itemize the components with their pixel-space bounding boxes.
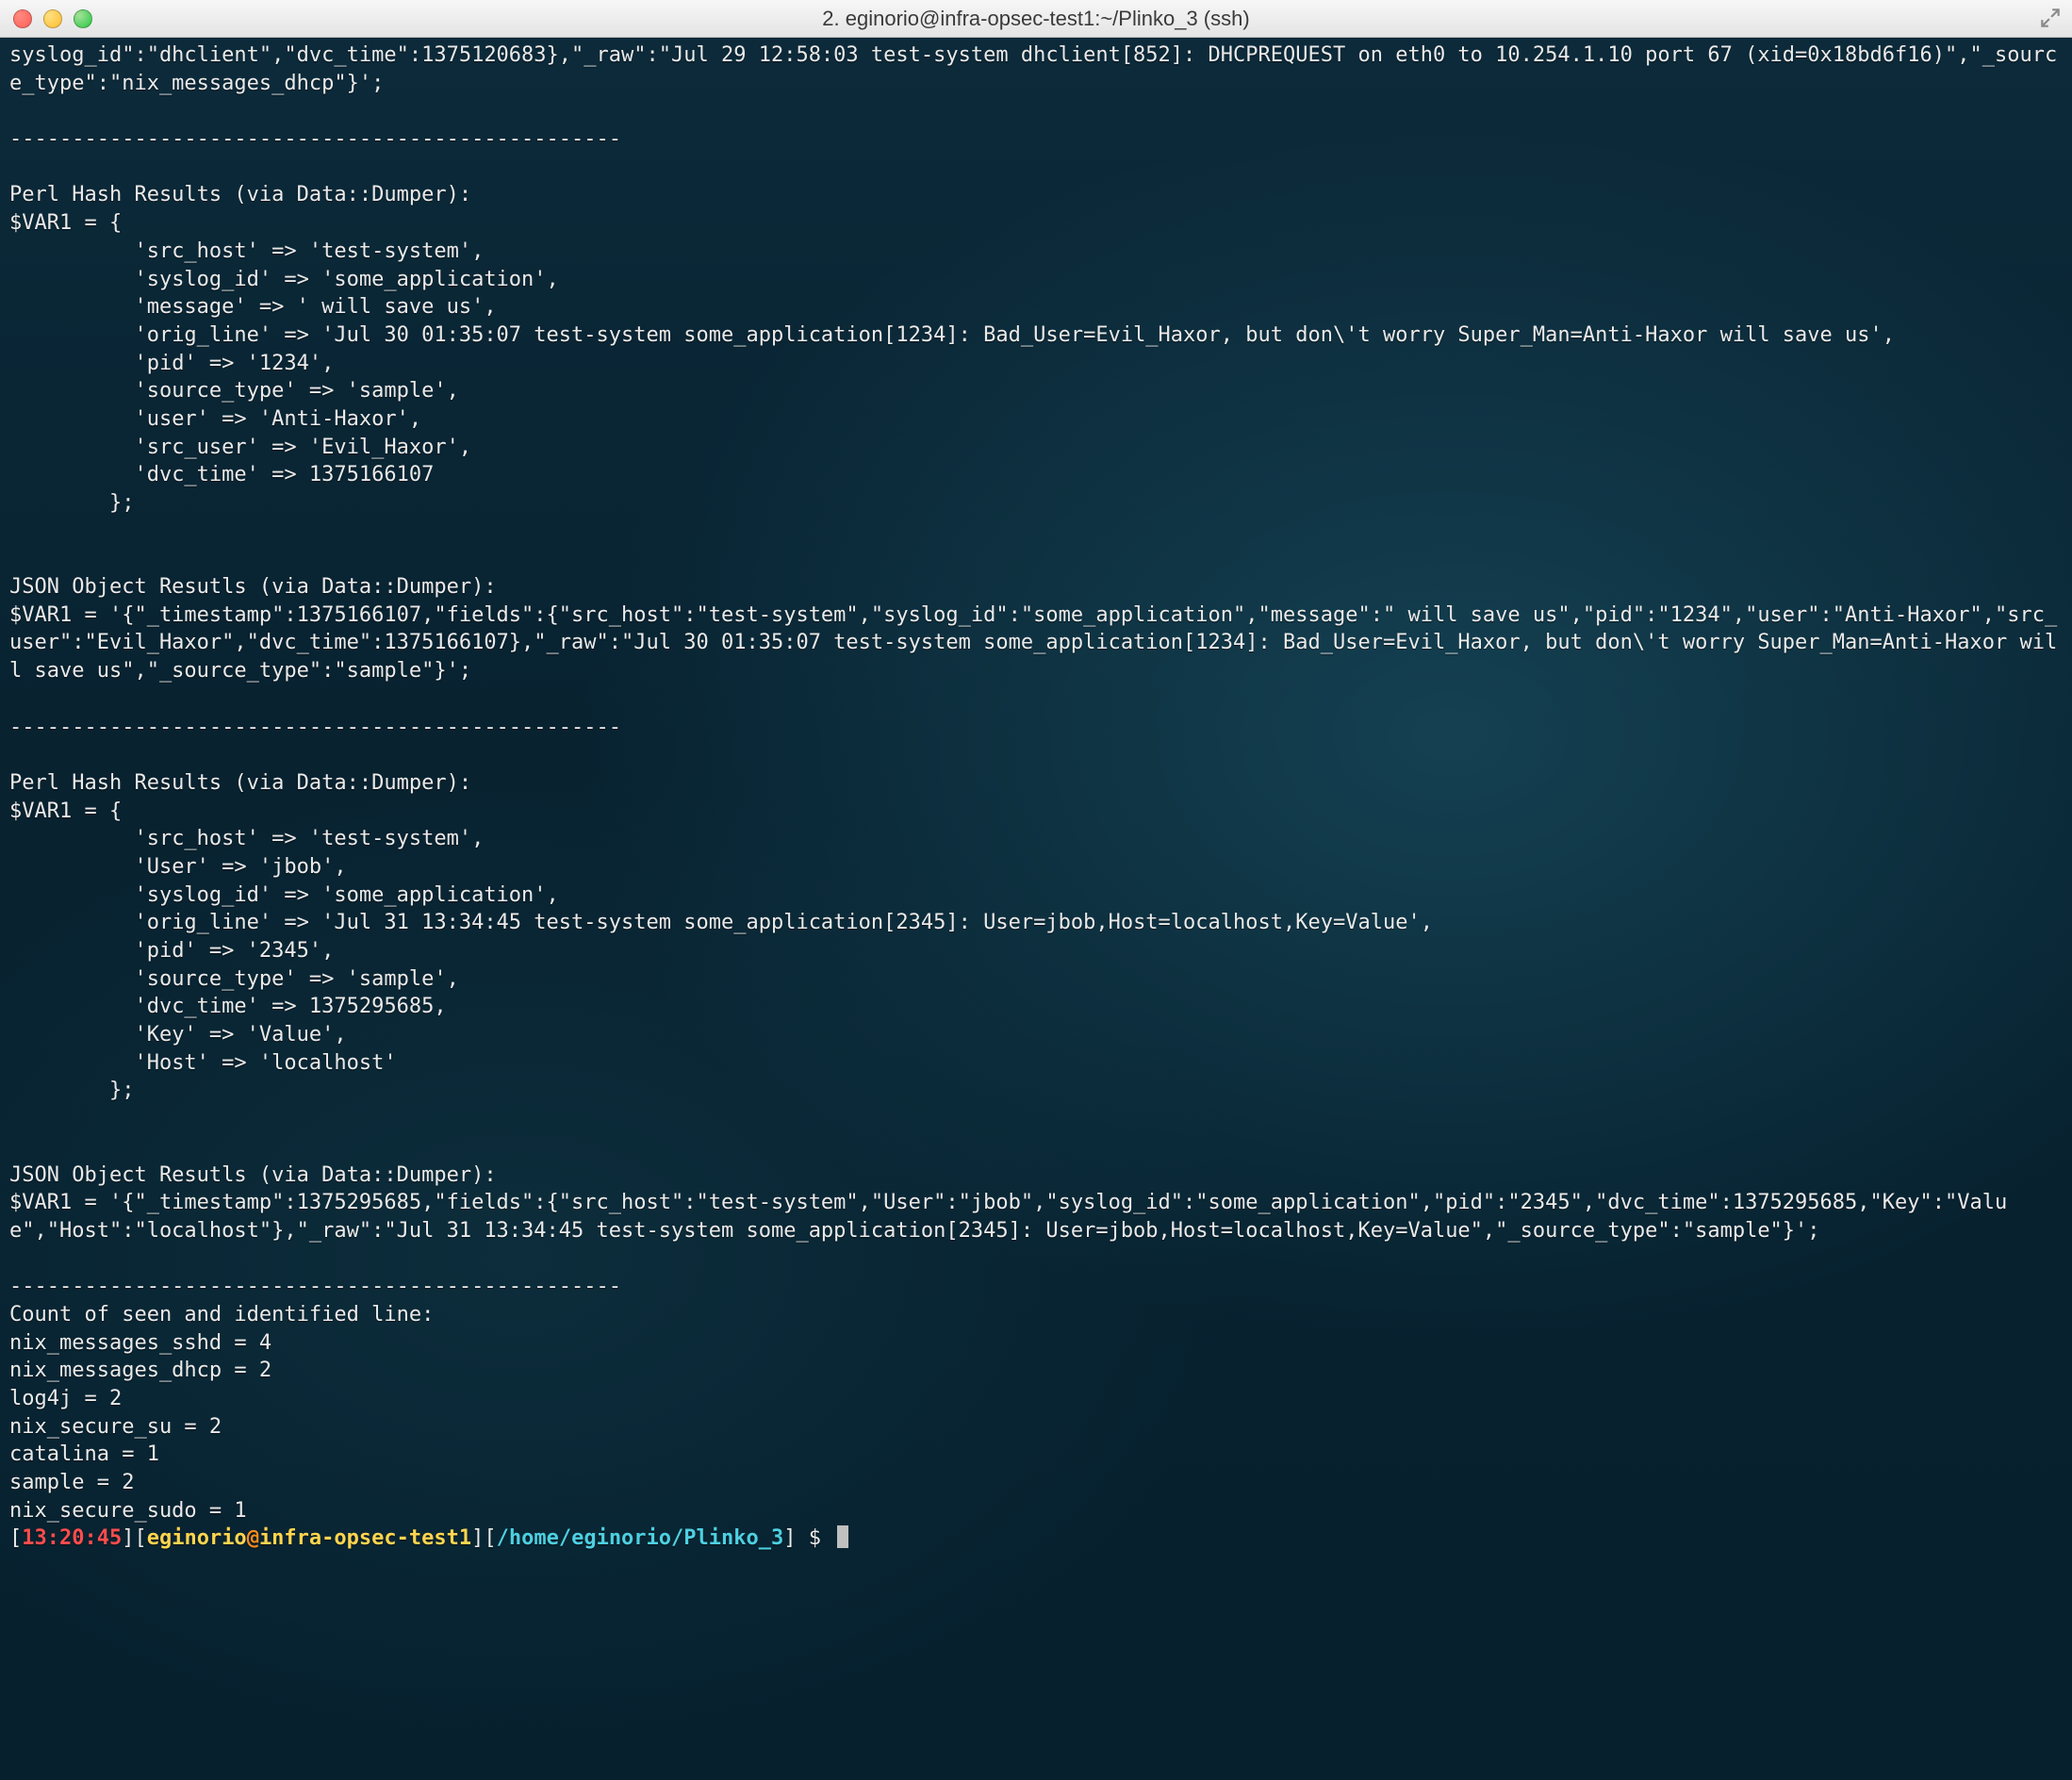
prompt-host: infra-opsec-test1 — [259, 1526, 471, 1550]
prompt-bracket: ] — [783, 1526, 796, 1550]
minimize-button[interactable] — [43, 9, 62, 28]
prompt-bracket: ] — [122, 1526, 134, 1550]
fullscreen-icon[interactable] — [2038, 6, 2063, 30]
traffic-lights — [13, 9, 92, 28]
prompt-at: @ — [247, 1526, 259, 1550]
terminal-window: 2. eginorio@infra-opsec-test1:~/Plinko_3… — [0, 0, 2072, 1780]
prompt-time: 13:20:45 — [22, 1526, 122, 1550]
cursor — [837, 1525, 848, 1548]
prompt-bracket: [ — [484, 1526, 496, 1550]
prompt-user: eginorio — [147, 1526, 247, 1550]
zoom-button[interactable] — [74, 9, 92, 28]
prompt-dollar: $ — [797, 1526, 834, 1550]
prompt-cwd: /home/eginorio/Plinko_3 — [497, 1526, 784, 1550]
titlebar: 2. eginorio@infra-opsec-test1:~/Plinko_3… — [0, 0, 2072, 38]
terminal-body[interactable]: syslog_id":"dhclient","dvc_time":1375120… — [0, 38, 2072, 1780]
window-title: 2. eginorio@infra-opsec-test1:~/Plinko_3… — [0, 7, 2072, 31]
prompt-bracket: ] — [471, 1526, 484, 1550]
close-button[interactable] — [13, 9, 32, 28]
prompt-bracket: [ — [9, 1526, 22, 1550]
prompt-bracket: [ — [134, 1526, 146, 1550]
terminal-output[interactable]: syslog_id":"dhclient","dvc_time":1375120… — [0, 38, 2072, 1780]
prompt: [13:20:45][eginorio@infra-opsec-test1][/… — [9, 1526, 848, 1550]
